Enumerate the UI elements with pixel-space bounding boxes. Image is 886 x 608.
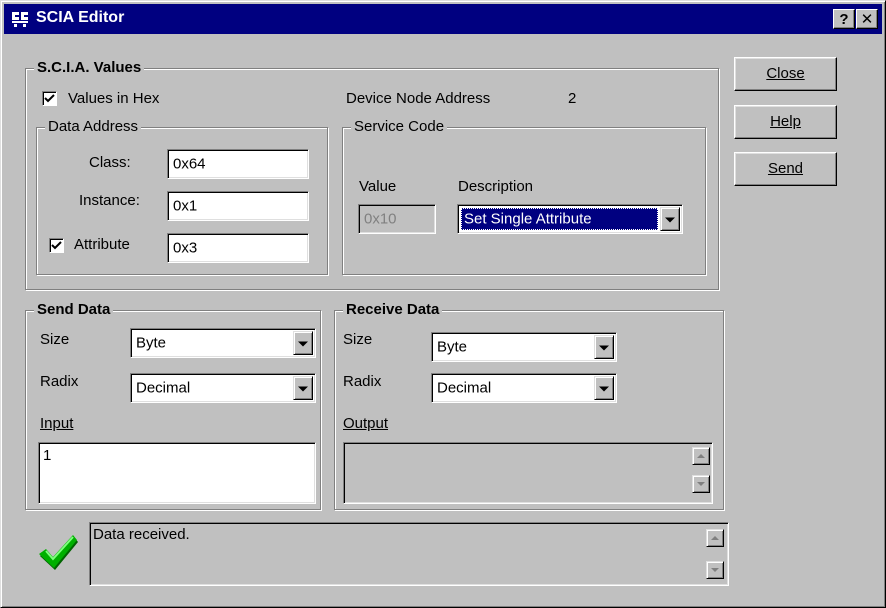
values-in-hex-label: Values in Hex [68,90,160,107]
receive-size-value: Byte [437,338,468,356]
send-button[interactable]: Send [734,152,837,186]
class-label: Class: [89,154,131,171]
send-radix-value: Decimal [136,379,191,397]
input-textarea[interactable]: 1 [38,442,316,504]
status-message: Data received. [93,526,190,543]
title-bar[interactable]: SCIA Editor ? ✕ [4,4,882,34]
receive-data-group: Receive Data Size Byte Radix Decimal Out… [334,301,724,510]
close-button-label: Close [766,65,805,82]
receive-size-dropdown[interactable]: Byte [431,332,617,362]
send-button-label: Send [767,160,804,177]
scroll-down-icon[interactable] [692,475,710,493]
instance-label: Instance: [79,192,140,209]
attribute-label: Attribute [74,236,130,253]
input-value: 1 [43,447,52,464]
service-code-group: Service Code Value Description 0x10 Set … [342,118,706,275]
data-address-group: Data Address Class: 0x64 Instance: 0x1 A… [36,118,328,275]
close-button[interactable]: Close [734,57,837,91]
description-selected: Set Single Attribute [464,210,592,228]
device-node-address-label: Device Node Address [346,90,491,107]
data-address-title: Data Address [45,118,142,136]
send-size-value: Byte [136,334,167,352]
input-label: Input [40,415,74,432]
chevron-down-icon[interactable] [660,207,680,231]
service-value-field: 0x10 [358,204,436,234]
device-node-address-value: 2 [568,90,577,107]
scia-values-group: S.C.I.A. Values Values in Hex Device Nod… [25,59,719,290]
send-size-label: Size [40,331,70,348]
scroll-down-icon[interactable] [706,561,724,579]
chevron-down-icon[interactable] [594,335,614,359]
attribute-checkbox[interactable] [49,238,64,253]
chevron-down-icon[interactable] [594,376,614,400]
chevron-down-icon[interactable] [293,376,313,400]
attribute-field[interactable]: 0x3 [167,233,309,263]
service-value: 0x10 [364,210,397,228]
checkmark-icon [39,535,78,570]
receive-radix-value: Decimal [437,379,492,397]
service-value-label: Value [359,178,397,195]
class-field[interactable]: 0x64 [167,149,309,179]
send-radix-label: Radix [40,373,79,390]
help-button[interactable]: Help [734,105,837,139]
receive-radix-dropdown[interactable]: Decimal [431,373,617,403]
help-button-label: Help [770,113,801,130]
send-data-group: Send Data Size Byte Radix Decimal Input … [25,301,321,510]
instance-field[interactable]: 0x1 [167,191,309,221]
app-icon [10,9,30,29]
values-in-hex-checkbox[interactable] [42,91,57,106]
close-title-button[interactable]: ✕ [856,9,878,29]
scroll-up-icon[interactable] [692,447,710,465]
service-code-title: Service Code [351,118,448,136]
scia-values-title: S.C.I.A. Values [34,59,145,77]
instance-value: 0x1 [173,197,198,215]
description-dropdown[interactable]: Set Single Attribute [457,204,683,234]
send-data-title: Send Data [34,301,114,319]
receive-data-title: Receive Data [343,301,443,319]
chevron-down-icon[interactable] [293,331,313,355]
send-radix-dropdown[interactable]: Decimal [130,373,316,403]
output-textarea[interactable] [343,442,713,504]
checkmark-icon [51,241,62,250]
description-label: Description [458,178,534,195]
receive-radix-label: Radix [343,373,382,390]
class-value: 0x64 [173,155,206,173]
receive-size-label: Size [343,331,373,348]
scroll-up-icon[interactable] [706,529,724,547]
status-message-box[interactable]: Data received. [89,522,729,586]
attribute-value: 0x3 [173,239,198,257]
checkmark-icon [44,94,55,103]
description-selection: Set Single Attribute [461,208,658,230]
output-label: Output [343,415,389,432]
window-title: SCIA Editor [36,9,125,26]
send-size-dropdown[interactable]: Byte [130,328,316,358]
scia-editor-window: SCIA Editor ? ✕ S.C.I.A. Values Values i… [0,0,886,608]
help-title-button[interactable]: ? [833,9,855,29]
